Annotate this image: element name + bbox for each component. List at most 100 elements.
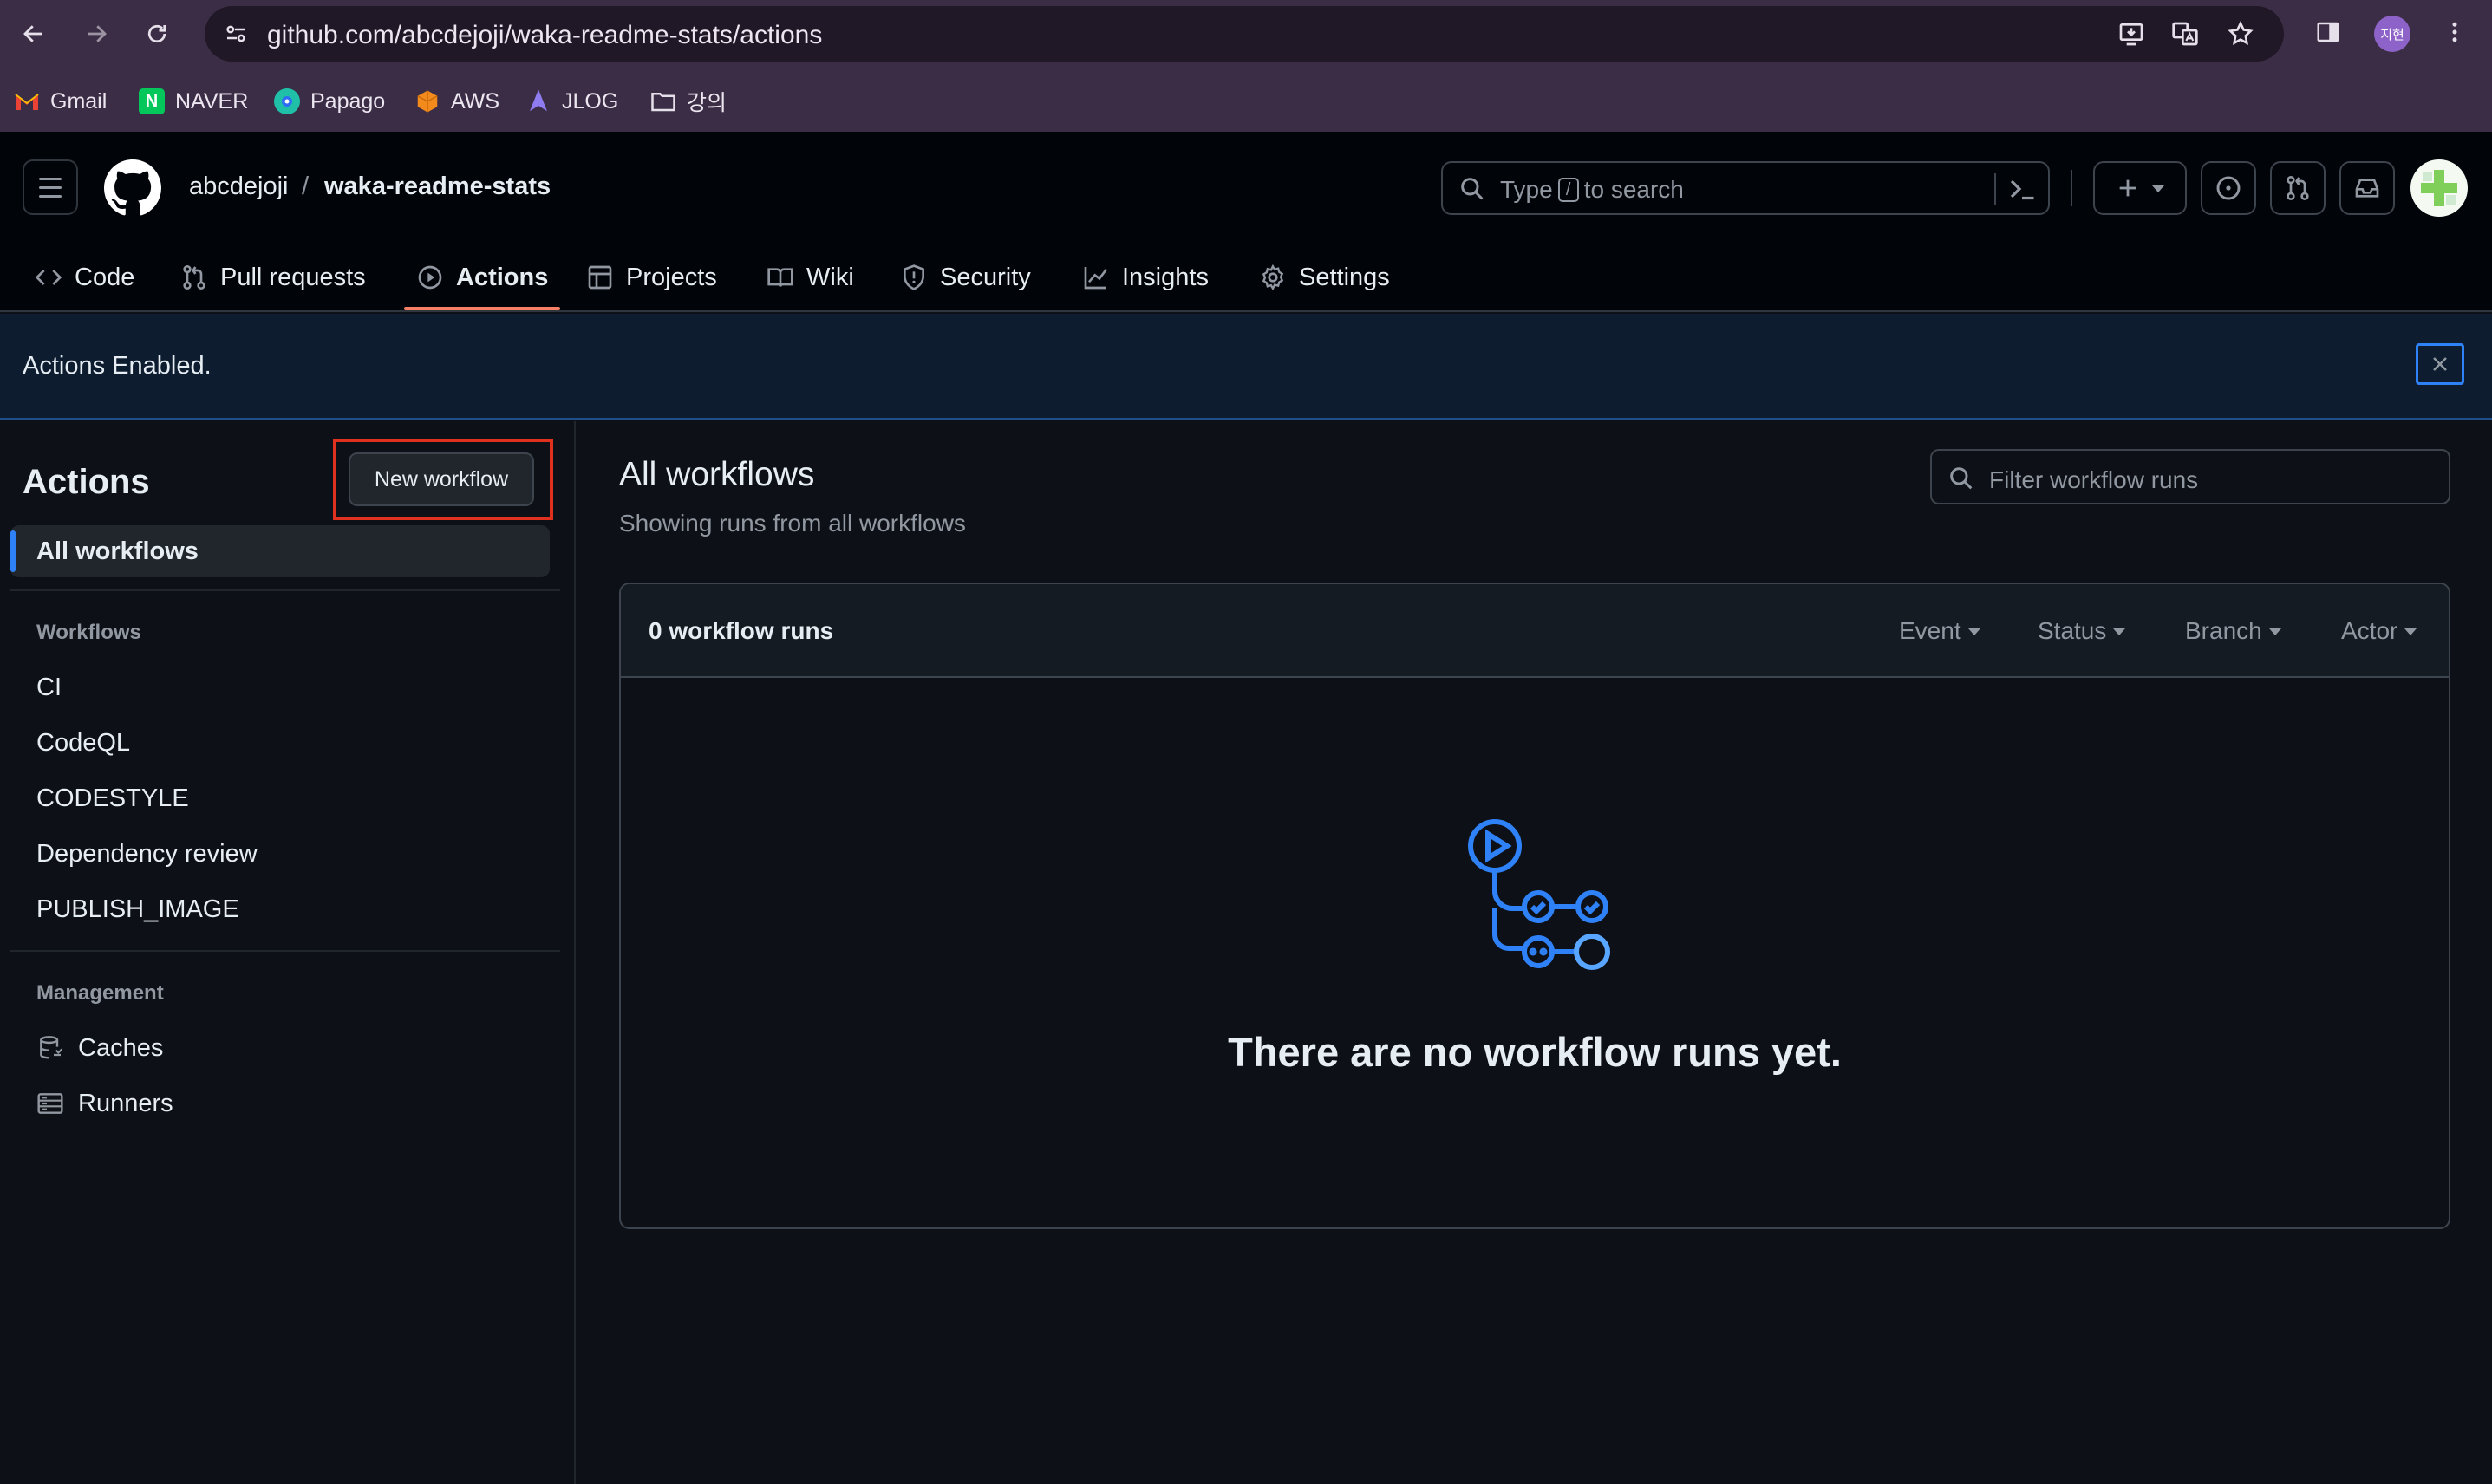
actor-filter-dropdown[interactable]: Actor (2341, 617, 2417, 645)
sidebar-title: Actions (23, 463, 150, 501)
side-panel-icon[interactable] (2306, 10, 2350, 54)
close-icon (2433, 357, 2447, 371)
jlog-icon (525, 88, 551, 114)
flash-banner: Actions Enabled. (0, 314, 2492, 420)
workflow-empty-state-icon (1468, 819, 1610, 970)
status-filter-dropdown[interactable]: Status (2038, 617, 2126, 645)
bookmark-naver[interactable]: N NAVER (139, 80, 248, 123)
git-pull-request-icon (2287, 176, 2309, 200)
page-subtitle: Showing runs from all workflows (619, 510, 966, 537)
selected-indicator (10, 530, 16, 572)
play-icon (418, 265, 442, 290)
repo-path-separator: / (302, 172, 310, 200)
bookmark-gmail[interactable]: Gmail (14, 80, 107, 123)
flash-message: Actions Enabled. (23, 352, 212, 380)
book-icon (767, 268, 793, 287)
address-bar[interactable]: github.com/abcdejoji/waka-readme-stats/a… (205, 6, 2284, 62)
workflow-runs-panel: 0 workflow runs Event Status Branch Acto… (619, 583, 2450, 1229)
sidebar-divider (10, 589, 560, 591)
profile-avatar[interactable]: 지현 (2374, 16, 2410, 52)
reload-icon[interactable] (135, 12, 179, 55)
header-divider (2071, 170, 2072, 206)
branch-filter-dropdown[interactable]: Branch (2185, 617, 2281, 645)
sidebar-item-all-workflows-label: All workflows (36, 537, 199, 565)
repo-owner-link[interactable]: abcdejoji (189, 172, 288, 201)
tab-insights[interactable]: Insights (1082, 243, 1209, 312)
filter-placeholder: Filter workflow runs (1989, 466, 2199, 493)
triangle-down-icon (2404, 628, 2417, 635)
triangle-down-icon (1967, 628, 1980, 635)
flash-close-button[interactable] (2416, 343, 2464, 385)
folder-icon (650, 88, 676, 114)
bookmark-folder[interactable]: 강의 (650, 80, 727, 123)
filter-workflow-runs-input[interactable]: Filter workflow runs (1930, 449, 2450, 504)
code-icon (35, 270, 62, 285)
search-icon (1950, 467, 1973, 490)
event-filter-dropdown[interactable]: Event (1899, 617, 1980, 645)
workflows-heading: Workflows (36, 621, 141, 644)
triangle-down-icon (2268, 628, 2281, 635)
tab-wiki[interactable]: Wiki (767, 243, 854, 312)
install-app-icon[interactable] (2114, 16, 2149, 51)
create-new-button[interactable] (2093, 161, 2187, 215)
sidebar-workflow-publish-image[interactable]: PUBLISH_IMAGE (36, 888, 239, 931)
gmail-icon (14, 88, 40, 114)
hamburger-menu-button[interactable] (23, 159, 78, 215)
empty-state-message: There are no workflow runs yet. (1228, 1029, 1842, 1075)
issues-button[interactable] (2201, 161, 2256, 215)
workflow-runs-header: 0 workflow runs Event Status Branch Acto… (621, 584, 2449, 678)
site-settings-icon[interactable] (219, 16, 253, 51)
command-palette-icon[interactable] (2006, 175, 2038, 203)
issue-opened-icon (2216, 176, 2241, 200)
table-icon (588, 265, 612, 290)
page-title: All workflows (619, 456, 815, 493)
sidebar-workflow-codestyle[interactable]: CODESTYLE (36, 777, 189, 820)
inbox-button[interactable] (2339, 161, 2395, 215)
user-avatar[interactable] (2410, 159, 2468, 217)
tab-actions[interactable]: Actions (416, 243, 548, 312)
gear-icon (1262, 264, 1284, 291)
search-placeholder: Type / to search (1500, 176, 1684, 203)
workflow-runs-count: 0 workflow runs (649, 617, 834, 644)
back-icon[interactable] (12, 12, 55, 55)
tab-code[interactable]: Code (35, 243, 134, 312)
tab-security[interactable]: Security (900, 243, 1031, 312)
aws-icon (414, 88, 440, 114)
sidebar-item-runners[interactable]: Runners (36, 1082, 173, 1125)
sidebar-workflow-codeql[interactable]: CodeQL (36, 721, 130, 765)
bookmark-aws[interactable]: AWS (414, 80, 499, 123)
bookmark-papago[interactable]: Papago (274, 80, 385, 123)
bookmark-star-icon[interactable] (2223, 16, 2258, 51)
pull-request-icon (183, 265, 205, 290)
global-search-input[interactable]: Type / to search (1441, 161, 2050, 215)
menu-kebab-icon[interactable] (2433, 10, 2476, 54)
github-header: abcdejoji / waka-readme-stats Type / to … (0, 132, 2492, 312)
tab-pull-requests[interactable]: Pull requests (180, 243, 366, 312)
sidebar-divider (10, 950, 560, 952)
github-logo-icon[interactable] (104, 159, 161, 217)
naver-icon: N (139, 88, 165, 114)
actions-sidebar: Actions New workflow All workflows Workf… (0, 421, 576, 1484)
active-tab-indicator (404, 307, 560, 310)
sidebar-item-caches[interactable]: Caches (36, 1026, 163, 1070)
repo-name-link[interactable]: waka-readme-stats (324, 172, 551, 201)
sidebar-workflow-dependency-review[interactable]: Dependency review (36, 832, 258, 875)
plus-icon (2119, 179, 2136, 197)
tab-projects[interactable]: Projects (586, 243, 717, 312)
bookmark-jlog[interactable]: JLOG (525, 80, 618, 123)
tab-settings[interactable]: Settings (1259, 243, 1390, 312)
forward-icon[interactable] (75, 12, 118, 55)
url-text: github.com/abcdejoji/waka-readme-stats/a… (267, 21, 823, 49)
shield-icon (904, 264, 924, 290)
papago-icon (274, 88, 300, 114)
new-workflow-button[interactable]: New workflow (349, 452, 534, 506)
database-icon (40, 1036, 63, 1059)
translate-icon[interactable] (2168, 16, 2202, 51)
graph-icon (1084, 267, 1108, 290)
repo-nav-tabs: Code Pull requests Actions Projects Wiki… (0, 243, 2492, 312)
triangle-down-icon (2113, 628, 2126, 635)
search-icon (1461, 178, 1484, 200)
pull-requests-button[interactable] (2270, 161, 2326, 215)
sidebar-workflow-ci[interactable]: CI (36, 666, 62, 709)
browser-chrome: github.com/abcdejoji/waka-readme-stats/a… (0, 0, 2492, 132)
